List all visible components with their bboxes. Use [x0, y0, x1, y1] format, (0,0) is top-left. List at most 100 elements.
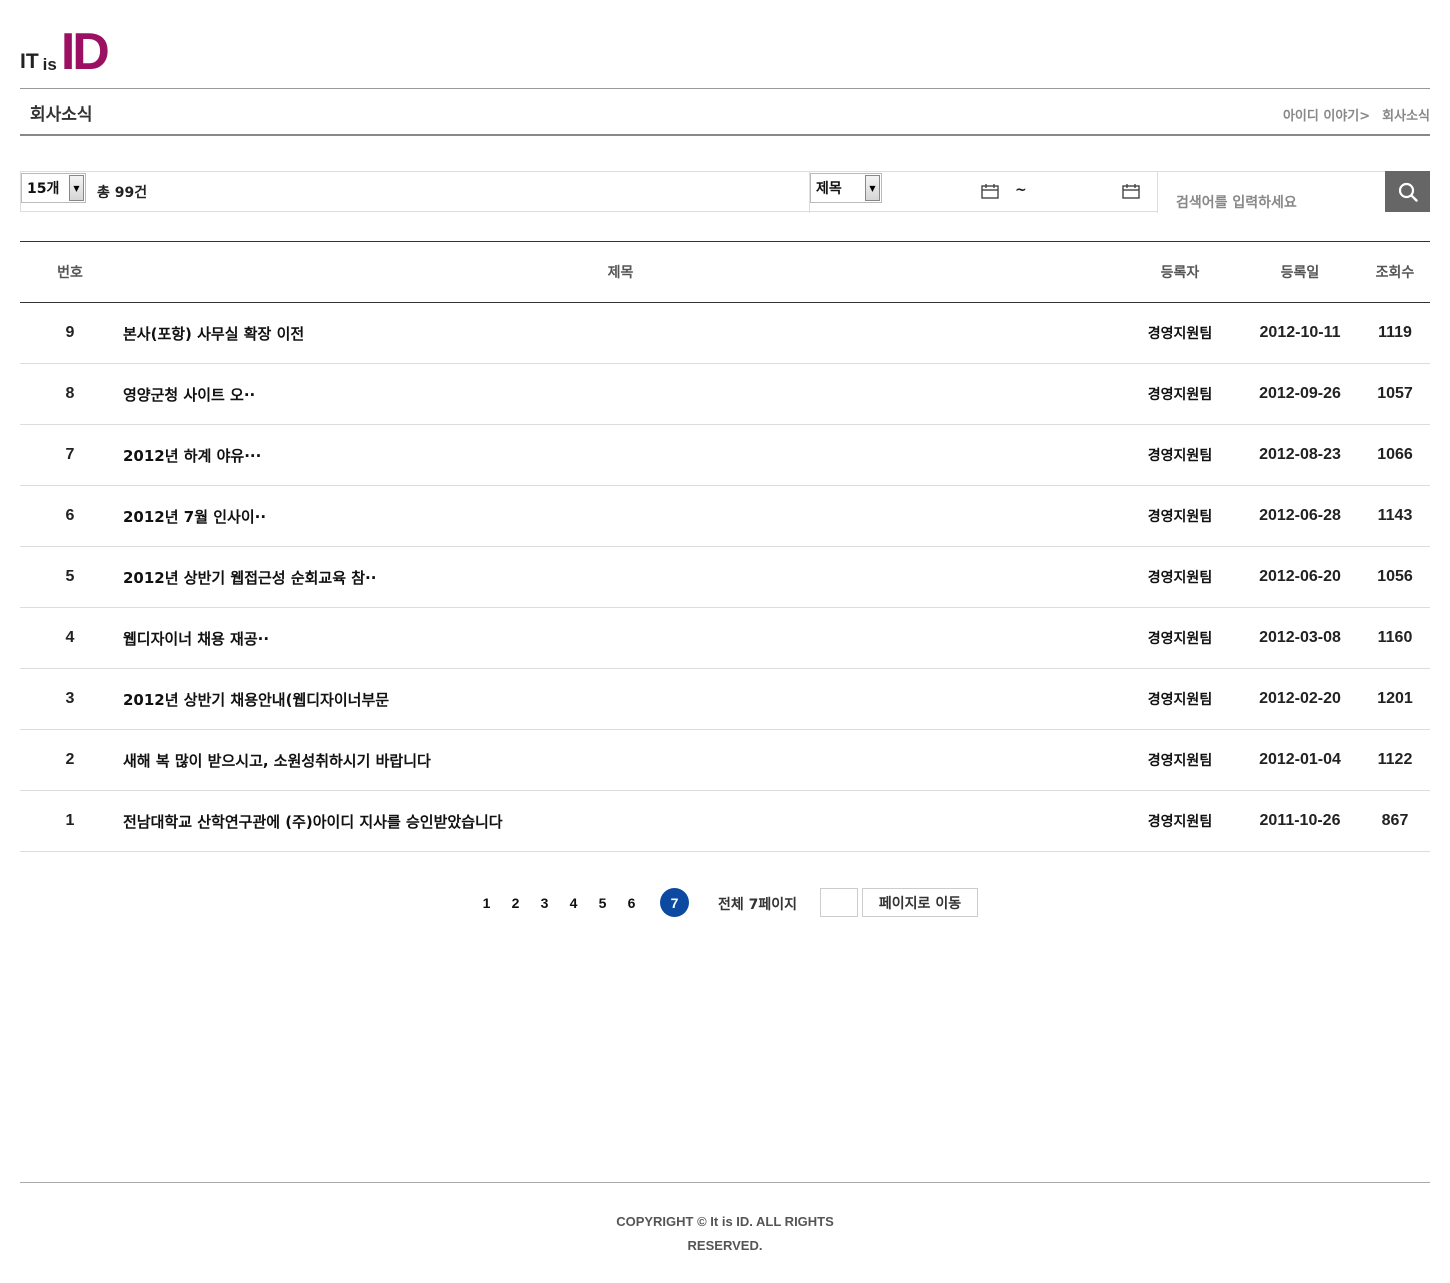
page-link-7[interactable]: 7 [660, 888, 689, 917]
calendar-icon[interactable] [1122, 183, 1140, 199]
row-author: 경영지원팀 [1147, 631, 1213, 647]
list-toolbar: 15개 ▼ 총 99건 제목 ▼ ~ [20, 171, 1430, 213]
row-views: 1160 [1377, 629, 1413, 646]
footer-divider [20, 1182, 1430, 1183]
copyright: COPYRIGHT © It is ID. ALL RIGHTS RESERVE… [595, 1210, 855, 1258]
page-link-3[interactable]: 3 [530, 888, 559, 917]
logo-text-it: IT [20, 50, 39, 73]
row-date: 2012-01-04 [1259, 751, 1341, 768]
row-title-link[interactable]: 웹디자이너 채용 재공·· [123, 608, 1118, 668]
row-number: 4 [65, 629, 75, 646]
search-icon [1398, 182, 1418, 202]
row-title-link[interactable]: 본사(포항) 사무실 확장 이전 [123, 303, 1118, 363]
page-size-select[interactable]: 15개 ▼ [21, 173, 86, 203]
row-author: 경영지원팀 [1147, 387, 1213, 403]
row-number: 5 [65, 568, 75, 585]
page-number-input[interactable] [820, 888, 858, 917]
row-date: 2012-06-20 [1259, 568, 1341, 585]
header-no: 번호 [57, 265, 83, 281]
copyright-line-1: COPYRIGHT © It is ID. ALL RIGHTS [616, 1214, 834, 1229]
chevron-down-icon[interactable]: ▼ [69, 175, 84, 201]
search-button[interactable] [1385, 171, 1430, 212]
search-input[interactable] [1157, 172, 1386, 213]
table-row[interactable]: 8 영양군청 사이트 오·· 경영지원팀 2012-09-26 1057 [20, 364, 1430, 425]
copyright-line-2: RESERVED. [687, 1238, 763, 1253]
table-row[interactable]: 2 새해 복 많이 받으시고, 소원성취하시기 바랍니다 경영지원팀 2012-01-… [20, 730, 1430, 791]
date-range-separator: ~ [1015, 182, 1027, 198]
row-number: 9 [65, 324, 75, 341]
row-title-link[interactable]: 2012년 하계 야유··· [123, 425, 1118, 485]
header-date: 등록일 [1280, 265, 1320, 281]
row-date: 2012-09-26 [1259, 385, 1341, 402]
logo-text-is: is [42, 55, 57, 74]
table-row[interactable]: 9 본사(포항) 사무실 확장 이전 경영지원팀 2012-10-11 1119 [20, 303, 1430, 364]
table-row[interactable]: 6 2012년 7월 인사이·· 경영지원팀 2012-06-28 1143 [20, 486, 1430, 547]
row-date: 2012-08-23 [1259, 446, 1341, 463]
row-title-link[interactable]: 영양군청 사이트 오·· [123, 364, 1118, 424]
header-author: 등록자 [1160, 265, 1200, 281]
table-body: 9 본사(포항) 사무실 확장 이전 경영지원팀 2012-10-11 1119 8 영양군… [20, 303, 1430, 852]
page-link-1[interactable]: 1 [472, 888, 501, 917]
total-count: 총 99건 [97, 185, 148, 201]
chevron-down-icon[interactable]: ▼ [865, 175, 880, 201]
page-link-5[interactable]: 5 [588, 888, 617, 917]
row-date: 2012-03-08 [1259, 629, 1341, 646]
pagination: 1234567 전체 7페이지 페이지로 이동 [0, 888, 1450, 918]
breadcrumb: 아이디 이야기> 회사소식 [1283, 105, 1430, 124]
table-row[interactable]: 1 전남대학교 산학연구관에 (주)아이디 지사를 승인받았습니다 경영지원팀 201… [20, 791, 1430, 852]
row-views: 1122 [1377, 751, 1413, 768]
row-author: 경영지원팀 [1147, 448, 1213, 464]
row-author: 경영지원팀 [1147, 326, 1213, 342]
row-views: 1143 [1377, 507, 1413, 524]
table-header: 번호 제목 등록자 등록일 조회수 [20, 242, 1430, 303]
row-author: 경영지원팀 [1147, 753, 1213, 769]
header-divider-bottom [20, 134, 1430, 136]
row-number: 2 [65, 751, 75, 768]
page-size-value: 15개 [27, 181, 60, 197]
page-link-6[interactable]: 6 [617, 888, 646, 917]
logo-text-id: ID [60, 22, 110, 81]
table-row[interactable]: 4 웹디자이너 채용 재공·· 경영지원팀 2012-03-08 1160 [20, 608, 1430, 669]
row-views: 1066 [1377, 446, 1413, 463]
row-author: 경영지원팀 [1147, 509, 1213, 525]
row-number: 6 [65, 507, 75, 524]
row-number: 3 [65, 690, 75, 707]
header-views: 조회수 [1375, 265, 1415, 281]
go-to-page-button[interactable]: 페이지로 이동 [862, 888, 978, 917]
breadcrumb-item-news[interactable]: 회사소식 [1382, 105, 1430, 124]
row-title-link[interactable]: 2012년 상반기 채용안내(웹디자이너부문 [123, 669, 1118, 729]
row-title-link[interactable]: 2012년 상반기 웹접근성 순회교육 참·· [123, 547, 1118, 607]
row-author: 경영지원팀 [1147, 570, 1213, 586]
row-number: 1 [65, 812, 75, 829]
row-views: 1056 [1377, 568, 1413, 585]
table-row[interactable]: 3 2012년 상반기 채용안내(웹디자이너부문 경영지원팀 2012-02-20 12… [20, 669, 1430, 730]
row-date: 2012-10-11 [1259, 324, 1341, 341]
page-link-2[interactable]: 2 [501, 888, 530, 917]
breadcrumb-item-story[interactable]: 아이디 이야기> [1283, 105, 1370, 124]
search-field-select[interactable]: 제목 ▼ [810, 173, 882, 203]
table-row[interactable]: 5 2012년 상반기 웹접근성 순회교육 참·· 경영지원팀 2012-06-20 1… [20, 547, 1430, 608]
row-number: 8 [65, 385, 75, 402]
calendar-icon[interactable] [981, 183, 999, 199]
row-title-link[interactable]: 새해 복 많이 받으시고, 소원성취하시기 바랍니다 [123, 730, 1118, 790]
row-views: 1201 [1377, 690, 1413, 707]
row-views: 1057 [1377, 385, 1413, 402]
row-date: 2011-10-26 [1259, 812, 1341, 829]
row-date: 2012-06-28 [1259, 507, 1341, 524]
row-title-link[interactable]: 2012년 7월 인사이·· [123, 486, 1118, 546]
search-field-value: 제목 [816, 181, 842, 197]
row-title-link[interactable]: 전남대학교 산학연구관에 (주)아이디 지사를 승인받았습니다 [123, 791, 1118, 851]
total-pages: 전체 7페이지 [718, 897, 798, 913]
site-logo[interactable]: IT is ID [20, 22, 110, 81]
table-row[interactable]: 7 2012년 하계 야유··· 경영지원팀 2012-08-23 1066 [20, 425, 1430, 486]
page-link-4[interactable]: 4 [559, 888, 588, 917]
page-title: 회사소식 [30, 105, 93, 125]
row-number: 7 [65, 446, 75, 463]
row-views: 1119 [1378, 324, 1412, 341]
row-author: 경영지원팀 [1147, 814, 1213, 830]
header-divider-top [20, 88, 1430, 89]
row-views: 867 [1381, 812, 1409, 829]
row-author: 경영지원팀 [1147, 692, 1213, 708]
header-title: 제목 [607, 265, 634, 281]
news-table: 번호 제목 등록자 등록일 조회수 9 본사(포항) 사무실 확장 이전 경영지원팀… [20, 241, 1430, 852]
